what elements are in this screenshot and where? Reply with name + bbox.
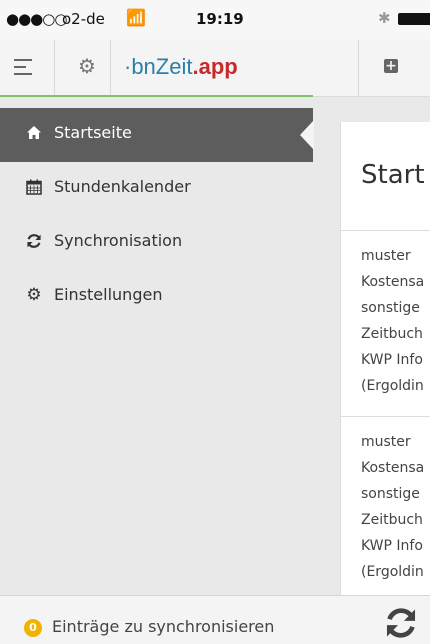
sidebar-item-einstellungen[interactable]: ⚙ Einstellungen: [0, 270, 313, 324]
entry-line: KWP Info: [361, 352, 423, 368]
sidebar-item-stundenkalender[interactable]: Stundenkalender: [0, 162, 313, 216]
header-divider: [358, 40, 359, 96]
entry-line: KWP Info: [361, 538, 423, 554]
page-title: Start: [361, 160, 425, 190]
pending-count-badge: 0: [24, 619, 42, 637]
entry-line: muster: [361, 248, 411, 264]
app-logo: ·bnZeit.app: [124, 54, 238, 79]
entry-line: (Ergoldin: [361, 564, 424, 580]
wifi-icon: 📶: [126, 8, 146, 27]
bluetooth-icon: ✱: [378, 9, 391, 27]
gear-icon[interactable]: ⚙: [78, 54, 96, 78]
entry-line: sonstige: [361, 300, 420, 316]
entry-line: Kostensa: [361, 274, 425, 290]
entry-line: (Ergoldin: [361, 378, 424, 394]
divider: [341, 416, 430, 417]
sync-icon: [26, 233, 42, 249]
gear-icon: ⚙: [26, 285, 42, 305]
sidebar-item-startseite[interactable]: Startseite: [0, 108, 313, 162]
sync-icon[interactable]: [384, 606, 418, 640]
entry-line: Zeitbuch: [361, 326, 423, 342]
entry-line: Kostensa: [361, 460, 425, 476]
signal-strength-icon: ●●●○○: [6, 10, 67, 28]
plus-square-icon[interactable]: +: [384, 59, 398, 73]
active-item-pointer: [300, 120, 314, 150]
entry-line: Zeitbuch: [361, 512, 423, 528]
calendar-icon: [26, 179, 42, 195]
sidebar-item-label: Stundenkalender: [54, 177, 191, 196]
sidebar-item-synchronisation[interactable]: Synchronisation: [0, 216, 313, 270]
home-icon: [26, 125, 42, 141]
sidebar-item-label: Einstellungen: [54, 285, 163, 304]
hamburger-icon[interactable]: [14, 59, 32, 75]
main-content: Start muster Kostensa sonstige Zeitbuch …: [340, 122, 430, 602]
divider: [341, 230, 430, 231]
header-divider: [54, 40, 55, 96]
pending-sync-label: Einträge zu synchronisieren: [52, 617, 275, 636]
entry-line: sonstige: [361, 486, 420, 502]
sidebar-item-label: Startseite: [54, 123, 132, 142]
entry-line: muster: [361, 434, 411, 450]
sidebar-item-label: Synchronisation: [54, 231, 183, 250]
clock: 19:19: [196, 10, 244, 28]
carrier-name: o2-de: [62, 10, 105, 28]
battery-icon: [398, 13, 430, 25]
header-divider: [110, 40, 111, 96]
